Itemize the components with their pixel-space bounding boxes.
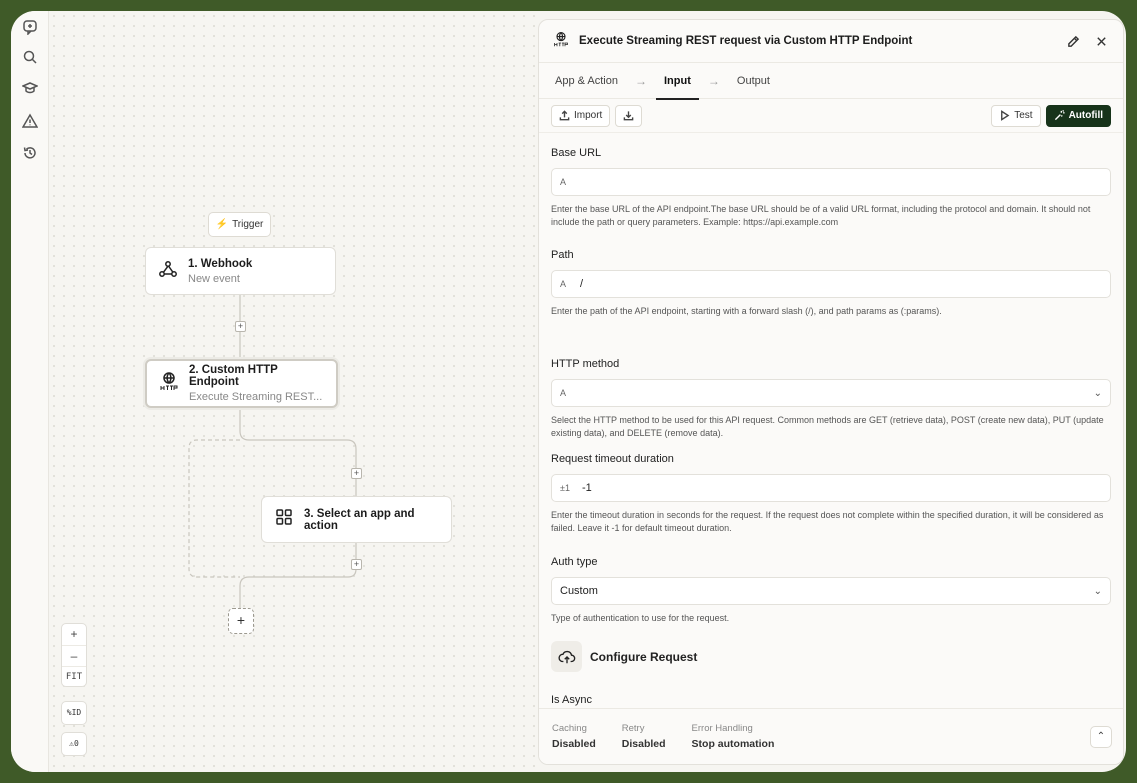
error-handling-setting[interactable]: Error Handling Stop automation <box>692 723 775 750</box>
magic-wand-icon <box>1054 110 1065 121</box>
node-subtitle: Execute Streaming REST... <box>189 391 323 403</box>
http-globe-icon <box>553 31 569 52</box>
tab-output[interactable]: Output <box>737 63 770 99</box>
panel-footer: Caching Disabled Retry Disabled Error Ha… <box>539 708 1123 764</box>
setting-value: Disabled <box>621 738 666 750</box>
test-label: Test <box>1014 110 1033 121</box>
field-help-path: Enter the path of the API endpoint, star… <box>551 306 942 316</box>
field-label-http-method: HTTP method <box>551 358 620 370</box>
workflow-node-custom-http[interactable]: 2. Custom HTTP Endpoint Execute Streamin… <box>145 359 338 408</box>
left-rail <box>11 11 49 772</box>
retry-setting[interactable]: Retry Disabled <box>622 723 666 750</box>
http-method-select[interactable]: A ⌄ <box>551 379 1111 407</box>
autofill-label: Autofill <box>1068 110 1103 121</box>
bolt-icon: ⚡ <box>215 219 229 230</box>
text-type-icon: A <box>560 279 567 289</box>
edit-icon[interactable] <box>1065 33 1081 49</box>
chevron-down-icon: ⌄ <box>1093 585 1102 597</box>
configure-request-row[interactable]: Configure Request <box>551 641 1111 672</box>
workflow-canvas[interactable]: ⚡ Trigger 1. Webhook New event 2. Custom… <box>49 11 539 772</box>
add-final-step-button[interactable]: + <box>228 608 254 634</box>
node-title: 3. Select an app and action <box>304 507 415 532</box>
id-toggle-button[interactable]: %ID <box>61 701 87 725</box>
setting-key: Error Handling <box>691 723 753 734</box>
base-url-field[interactable]: A <box>551 168 1111 196</box>
node-subtitle: New event <box>188 272 240 285</box>
import-label: Import <box>574 110 603 121</box>
import-button[interactable]: Import <box>551 104 611 127</box>
panel-header: Execute Streaming REST request via Custo… <box>539 20 1123 63</box>
setting-key: Retry <box>621 723 645 734</box>
search-icon[interactable] <box>20 47 40 67</box>
http-globe-icon <box>159 371 179 396</box>
webhook-icon <box>158 259 178 284</box>
configure-request-label: Configure Request <box>590 649 698 664</box>
zoom-controls: + – FIT <box>61 623 87 687</box>
trigger-label: Trigger <box>232 219 264 230</box>
workflow-node-webhook[interactable]: 1. Webhook New event <box>145 247 336 295</box>
field-help-timeout: Enter the timeout duration in seconds fo… <box>551 510 1104 533</box>
tab-input[interactable]: Input <box>656 63 699 100</box>
path-value: / <box>580 278 584 290</box>
input-form: Base URL A Enter the base URL of the API… <box>539 133 1123 730</box>
text-type-icon: A <box>560 177 567 187</box>
setting-value: Stop automation <box>691 738 775 750</box>
trigger-badge[interactable]: ⚡ Trigger <box>208 212 271 237</box>
step-config-panel: Execute Streaming REST request via Custo… <box>538 19 1124 765</box>
field-label-is-async: Is Async <box>551 694 592 706</box>
arrow-right-icon: → <box>635 73 647 88</box>
chevron-down-icon: ⌄ <box>1093 387 1102 399</box>
field-label-timeout: Request timeout duration <box>551 453 674 465</box>
workflow-node-select-app[interactable]: 3. Select an app and action <box>261 496 452 543</box>
field-label-path: Path <box>551 249 574 261</box>
download-icon <box>624 111 634 121</box>
number-type-icon: ±1 <box>560 483 570 493</box>
field-help-http-method: Select the HTTP method to be used for th… <box>551 415 1104 438</box>
warning-icon[interactable] <box>20 111 40 131</box>
history-icon[interactable] <box>20 143 40 163</box>
play-icon <box>1001 110 1010 121</box>
arrow-right-icon: → <box>707 73 720 88</box>
cloud-upload-icon <box>551 641 582 672</box>
node-title: 2. Custom HTTP Endpoint <box>189 364 278 388</box>
path-field[interactable]: A / <box>551 270 1111 298</box>
setting-key: Caching <box>552 723 587 734</box>
add-step-button[interactable]: + <box>235 321 246 332</box>
warnings-button[interactable]: ⚠0 <box>61 732 87 756</box>
chevron-up-icon[interactable]: ⌃ <box>1090 726 1112 748</box>
graduation-cap-icon[interactable] <box>20 78 40 98</box>
zoom-in-button[interactable]: + <box>62 624 86 645</box>
field-help-auth-type: Type of authentication to use for the re… <box>551 613 730 623</box>
auth-type-value: Custom <box>560 585 598 597</box>
text-type-icon: A <box>560 388 567 398</box>
field-label-auth-type: Auth type <box>551 556 598 568</box>
close-icon[interactable] <box>1093 33 1109 49</box>
tab-app-action[interactable]: App & Action <box>555 63 618 99</box>
add-step-button[interactable]: + <box>351 559 362 570</box>
apps-grid-icon <box>274 507 294 532</box>
add-step-button[interactable]: + <box>351 468 362 479</box>
upload-icon <box>559 110 570 121</box>
auth-type-select[interactable]: Custom ⌄ <box>551 577 1111 605</box>
warnings-count: 0 <box>74 739 79 748</box>
field-label-base-url: Base URL <box>551 147 602 159</box>
timeout-field[interactable]: ±1 -1 <box>551 474 1111 502</box>
download-button[interactable] <box>615 104 643 127</box>
timeout-value: -1 <box>582 482 592 494</box>
setting-value: Disabled <box>552 738 596 750</box>
field-help-base-url: Enter the base URL of the API endpoint.T… <box>551 204 1091 227</box>
zoom-out-button[interactable]: – <box>62 645 86 666</box>
caching-setting[interactable]: Caching Disabled <box>552 723 596 750</box>
bot-chat-icon[interactable] <box>20 17 40 37</box>
step-tabs: App & Action → Input → Output <box>539 63 1123 100</box>
panel-title: Execute Streaming REST request via Custo… <box>579 35 913 47</box>
id-toggle-label: ID <box>71 708 82 717</box>
app-window: ⚡ Trigger 1. Webhook New event 2. Custom… <box>11 11 1126 772</box>
input-toolbar: Import Test Autofill <box>539 99 1123 133</box>
test-button[interactable]: Test <box>991 104 1041 127</box>
zoom-fit-button[interactable]: FIT <box>62 666 86 687</box>
node-title: 1. Webhook <box>188 257 253 270</box>
autofill-button[interactable]: Autofill <box>1045 104 1111 127</box>
